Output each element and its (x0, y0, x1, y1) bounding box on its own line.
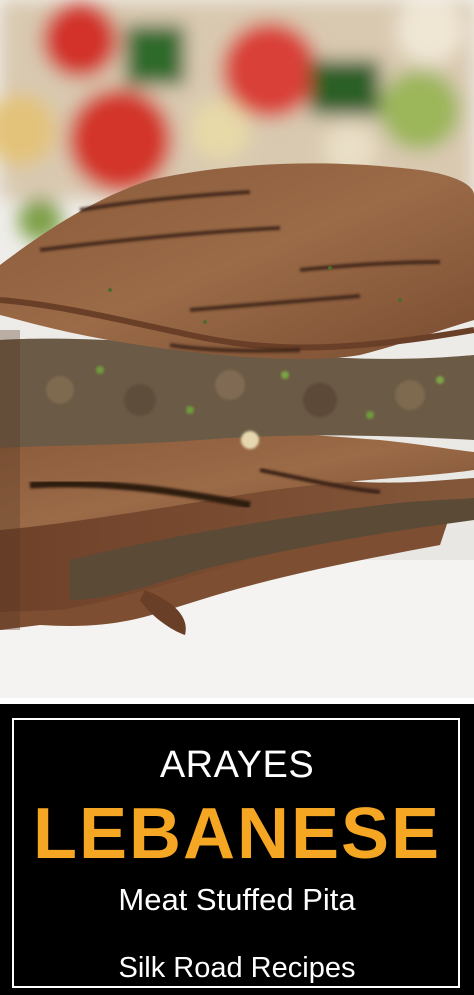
brand-name: Silk Road Recipes (114, 952, 360, 984)
food-photo (0, 0, 474, 698)
title-top: ARAYES (159, 744, 315, 786)
brand-name-wrapper: Silk Road Recipes (0, 950, 474, 986)
pin-image: ARAYES LEBANESE Meat Stuffed Pita Silk R… (0, 0, 474, 995)
title-main: LEBANESE (32, 794, 442, 874)
arayes-photo-illustration (0, 0, 474, 698)
title-banner: ARAYES LEBANESE Meat Stuffed Pita Silk R… (0, 704, 474, 995)
subtitle: Meat Stuffed Pita (118, 882, 356, 917)
